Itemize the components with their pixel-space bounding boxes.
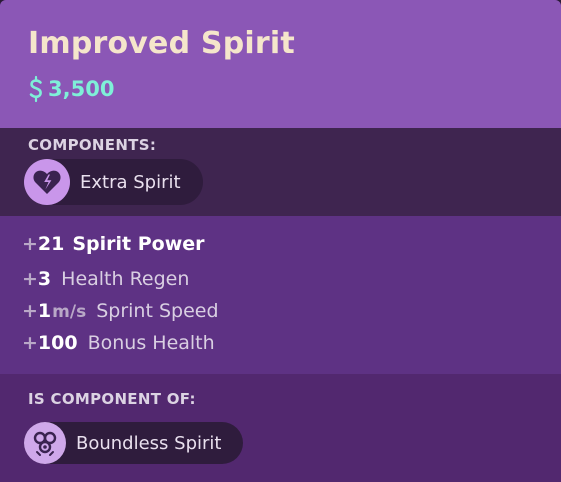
stat-value: 100 — [37, 332, 78, 354]
components-label: COMPONENTS: — [28, 136, 157, 154]
components-section: COMPONENTS: Extra Spirit — [0, 128, 561, 216]
stat-health-regen: + 3 Health Regen — [22, 268, 189, 290]
component-of-item-label: Boundless Spirit — [76, 432, 222, 454]
stat-name: Spirit Power — [72, 233, 205, 255]
component-of-section: IS COMPONENT OF: Boundless Spirit — [0, 374, 561, 482]
stats-section: + 21 Spirit Power + 3 Health Regen + 1 m… — [0, 216, 561, 374]
stat-sprint-speed: + 1 m/s Sprint Speed — [22, 300, 219, 322]
item-header: Improved Spirit 3,500 — [0, 0, 561, 128]
item-title: Improved Spirit — [28, 26, 295, 61]
stat-value: 1 — [37, 300, 52, 322]
stat-name: Sprint Speed — [96, 300, 219, 322]
item-price-value: 3,500 — [48, 77, 115, 101]
item-tooltip-card: Improved Spirit 3,500 COMPONENTS: Extra … — [0, 0, 561, 482]
stat-plus: + — [22, 268, 38, 290]
stat-value: 21 — [37, 233, 65, 255]
stat-bonus-health: + 100 Bonus Health — [22, 332, 215, 354]
stat-plus: + — [22, 233, 38, 255]
component-label: Extra Spirit — [80, 171, 181, 193]
stat-plus: + — [22, 300, 38, 322]
component-of-boundless-spirit[interactable]: Boundless Spirit — [24, 422, 244, 464]
stat-name: Health Regen — [61, 268, 190, 290]
stat-spirit-power: + 21 Spirit Power — [22, 233, 205, 255]
stat-value: 3 — [37, 268, 52, 290]
stat-plus: + — [22, 332, 38, 354]
souls-currency-icon — [29, 75, 42, 103]
component-extra-spirit[interactable]: Extra Spirit — [24, 159, 203, 205]
stat-unit: m/s — [52, 302, 87, 322]
component-of-label: IS COMPONENT OF: — [28, 390, 196, 408]
spirit-swirl-icon — [24, 422, 66, 464]
stat-name: Bonus Health — [87, 332, 215, 354]
item-price: 3,500 — [28, 75, 114, 103]
broken-heart-spirit-icon — [24, 159, 70, 205]
